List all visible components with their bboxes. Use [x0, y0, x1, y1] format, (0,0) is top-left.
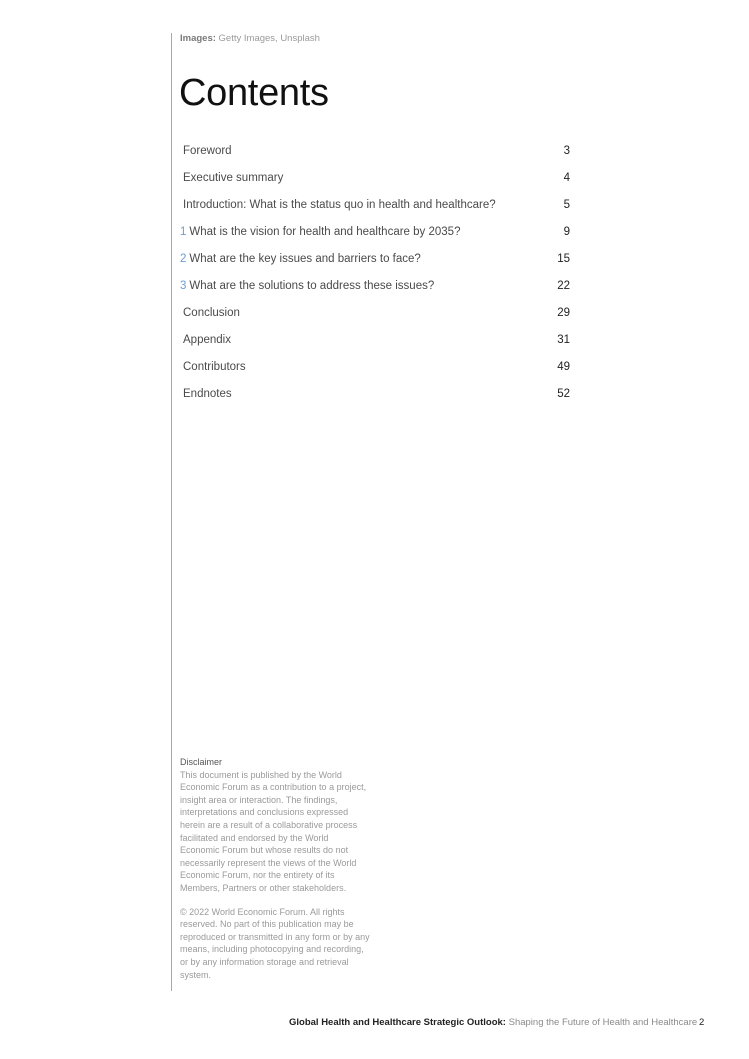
toc-item-text: What are the solutions to address these … — [189, 280, 435, 292]
toc-item-text: Conclusion — [183, 307, 240, 319]
toc-item-number: 3 — [180, 280, 187, 292]
table-of-contents: Foreword 3 Executive summary 4 Introduct… — [180, 145, 570, 415]
toc-item-text: Endnotes — [183, 388, 232, 400]
toc-item-appendix[interactable]: Appendix 31 — [180, 334, 570, 361]
toc-item-label: 3 What are the solutions to address these… — [180, 280, 434, 292]
toc-item-executive-summary[interactable]: Executive summary 4 — [180, 172, 570, 199]
toc-item-label: Endnotes — [180, 388, 232, 400]
toc-item-page: 31 — [557, 334, 570, 346]
toc-item-text: What are the key issues and barriers to … — [189, 253, 421, 265]
disclaimer-body: This document is published by the World … — [180, 769, 367, 893]
toc-item-text: Contributors — [183, 361, 246, 373]
toc-item-text: Executive summary — [183, 172, 284, 184]
toc-item-label: Contributors — [180, 361, 246, 373]
toc-item-chapter-1[interactable]: 1 What is the vision for health and healt… — [180, 226, 570, 253]
image-credits: Images: Getty Images, Unsplash — [180, 33, 320, 44]
toc-item-page: 5 — [563, 199, 570, 211]
toc-item-label: 2 What are the key issues and barriers to… — [180, 253, 421, 265]
running-footer: Global Health and Healthcare Strategic O… — [289, 1017, 697, 1028]
page-number: 2 — [699, 1017, 705, 1028]
toc-item-endnotes[interactable]: Endnotes 52 — [180, 388, 570, 415]
toc-item-label: Appendix — [180, 334, 231, 346]
toc-item-page: 52 — [557, 388, 570, 400]
toc-item-page: 9 — [563, 226, 570, 238]
toc-item-contributors[interactable]: Contributors 49 — [180, 361, 570, 388]
toc-item-label: 1 What is the vision for health and healt… — [180, 226, 460, 238]
page-title: Contents — [179, 72, 329, 114]
disclaimer: Disclaimer This document is published by… — [180, 756, 370, 992]
toc-item-number: 2 — [180, 253, 187, 265]
toc-item-foreword[interactable]: Foreword 3 — [180, 145, 570, 172]
footer-title: Global Health and Healthcare Strategic O… — [289, 1017, 506, 1028]
image-credits-label: Images: — [180, 33, 216, 44]
toc-item-conclusion[interactable]: Conclusion 29 — [180, 307, 570, 334]
toc-item-page: 15 — [557, 253, 570, 265]
toc-item-text: Appendix — [183, 334, 231, 346]
toc-item-chapter-3[interactable]: 3 What are the solutions to address these… — [180, 280, 570, 307]
toc-item-text: Introduction: What is the status quo in … — [183, 199, 496, 211]
toc-item-number: 1 — [180, 226, 187, 238]
toc-item-label: Executive summary — [180, 172, 283, 184]
toc-item-introduction[interactable]: Introduction: What is the status quo in … — [180, 199, 570, 226]
toc-item-page: 22 — [557, 280, 570, 292]
toc-item-page: 49 — [557, 361, 570, 373]
copyright-notice: © 2022 World Economic Forum. All rights … — [180, 906, 370, 980]
margin-rule — [171, 33, 172, 991]
toc-item-label: Conclusion — [180, 307, 240, 319]
toc-item-page: 29 — [557, 307, 570, 319]
toc-item-label: Introduction: What is the status quo in … — [180, 199, 496, 211]
image-credits-value: Getty Images, Unsplash — [218, 33, 320, 44]
toc-item-text: What is the vision for health and health… — [189, 226, 461, 238]
toc-item-page: 4 — [563, 172, 570, 184]
toc-item-chapter-2[interactable]: 2 What are the key issues and barriers to… — [180, 253, 570, 280]
disclaimer-heading: Disclaimer — [180, 757, 223, 767]
toc-item-page: 3 — [563, 145, 570, 157]
toc-item-label: Foreword — [180, 145, 232, 157]
footer-subtitle: Shaping the Future of Health and Healthc… — [508, 1017, 698, 1028]
toc-item-text: Foreword — [183, 145, 232, 157]
